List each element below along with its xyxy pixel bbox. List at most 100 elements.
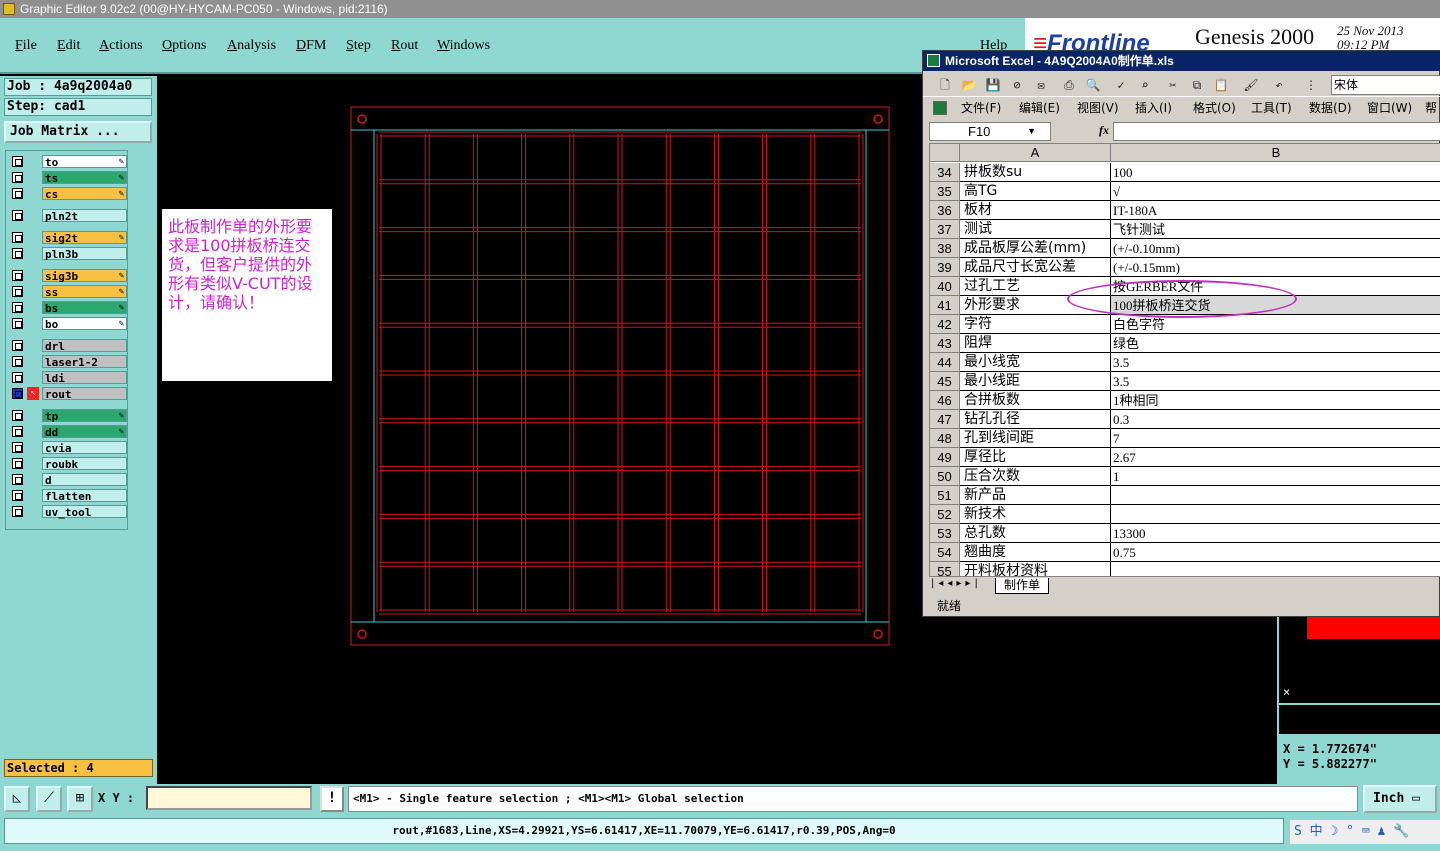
column-header-a[interactable]: A bbox=[960, 144, 1111, 162]
cut-icon[interactable]: ✂ bbox=[1165, 77, 1181, 93]
excel-menu-view[interactable]: 视图(V) bbox=[1077, 97, 1119, 119]
layer-row-roubk[interactable]: roubk bbox=[9, 457, 129, 471]
row-header[interactable]: 39 bbox=[930, 258, 960, 277]
tooling-hole[interactable] bbox=[357, 114, 367, 124]
layer-name[interactable]: ss ✎ bbox=[42, 285, 127, 299]
cell-a[interactable]: 合拼板数 bbox=[960, 391, 1111, 410]
layer-name[interactable]: dd ✎ bbox=[42, 425, 127, 439]
layer-row-flatten[interactable]: flatten bbox=[9, 489, 129, 503]
layer-name[interactable]: rout bbox=[42, 387, 127, 401]
layer-checkbox[interactable] bbox=[12, 458, 23, 469]
row-header[interactable]: 54 bbox=[930, 543, 960, 562]
email-icon[interactable]: ✉ bbox=[1033, 77, 1049, 93]
cell-b[interactable]: 1种相同 bbox=[1111, 391, 1440, 410]
layer-checkbox[interactable] bbox=[12, 248, 23, 259]
cell-b[interactable]: 3.5 bbox=[1111, 353, 1440, 372]
cell-a[interactable]: 新产品 bbox=[960, 486, 1111, 505]
excel-menu-edit[interactable]: 编辑(E) bbox=[1019, 97, 1060, 119]
xy-input[interactable] bbox=[146, 786, 312, 810]
layer-checkbox[interactable] bbox=[12, 302, 23, 313]
layer-name[interactable]: cvia bbox=[42, 441, 127, 455]
paste-icon[interactable]: 📋 bbox=[1213, 77, 1229, 93]
menu-analysis[interactable]: Analysis bbox=[227, 38, 276, 54]
excel-title-bar[interactable]: Microsoft Excel - 4A9Q2004A0制作单.xls bbox=[923, 51, 1440, 71]
menu-windows[interactable]: Windows bbox=[437, 38, 490, 54]
cell-b[interactable]: 100 bbox=[1111, 163, 1440, 182]
cell-b[interactable]: 3.5 bbox=[1111, 372, 1440, 391]
cell-a[interactable]: 成品尺寸长宽公差 bbox=[960, 258, 1111, 277]
spelling-icon[interactable]: ✓ bbox=[1113, 77, 1129, 93]
cell-a[interactable]: 最小线宽 bbox=[960, 353, 1111, 372]
layer-row-sig3b[interactable]: sig3b ✎ bbox=[9, 269, 129, 283]
layer-name[interactable]: flatten bbox=[42, 489, 127, 503]
layer-row-d[interactable]: d bbox=[9, 473, 129, 487]
sogou-icon[interactable]: S bbox=[1294, 824, 1302, 839]
name-box[interactable]: F10 ▼ bbox=[929, 122, 1051, 141]
layer-name[interactable]: d bbox=[42, 473, 127, 487]
cell-a[interactable]: 拼板数su bbox=[960, 163, 1111, 182]
cell-a[interactable]: 厚径比 bbox=[960, 448, 1111, 467]
menu-file[interactable]: File bbox=[15, 38, 37, 54]
excel-menu-file[interactable]: 文件(F) bbox=[961, 97, 1001, 119]
layer-checkbox[interactable] bbox=[12, 318, 23, 329]
save-icon[interactable]: 💾 bbox=[985, 77, 1001, 93]
menu-edit[interactable]: Edit bbox=[57, 38, 80, 54]
layer-name[interactable]: cs ✎ bbox=[42, 187, 127, 201]
cell-b[interactable]: 飞针测试 bbox=[1111, 220, 1440, 239]
layer-name[interactable]: tp ✎ bbox=[42, 409, 127, 423]
cell-a[interactable]: 翘曲度 bbox=[960, 543, 1111, 562]
cell-b[interactable]: √ bbox=[1111, 182, 1440, 201]
menu-actions[interactable]: Actions bbox=[99, 38, 143, 54]
cell-b[interactable]: 0.75 bbox=[1111, 543, 1440, 562]
layer-checkbox[interactable] bbox=[12, 474, 23, 485]
name-box-dropdown-icon[interactable]: ▼ bbox=[1027, 123, 1036, 140]
layer-row-ss[interactable]: ss ✎ bbox=[9, 285, 129, 299]
cell-b[interactable]: (+/-0.15mm) bbox=[1111, 258, 1440, 277]
row-header[interactable]: 50 bbox=[930, 467, 960, 486]
cell-a[interactable]: 总孔数 bbox=[960, 524, 1111, 543]
menu-options[interactable]: Options bbox=[162, 38, 206, 54]
cell-a[interactable]: 成品板厚公差(mm) bbox=[960, 239, 1111, 258]
ime-toolbar[interactable]: S 中 ☽ ° ⌨ ♟ 🔧 bbox=[1290, 820, 1440, 844]
copy-icon[interactable]: ⧉ bbox=[1189, 77, 1205, 93]
layer-name[interactable]: sig3b ✎ bbox=[42, 269, 127, 283]
cell-b[interactable] bbox=[1111, 505, 1440, 524]
row-header[interactable]: 53 bbox=[930, 524, 960, 543]
row-header[interactable]: 38 bbox=[930, 239, 960, 258]
cell-b[interactable] bbox=[1111, 486, 1440, 505]
ime-mode-icon[interactable]: 中 ☽ ° ⌨ ♟ 🔧 bbox=[1310, 824, 1410, 839]
alert-button[interactable]: ! bbox=[320, 786, 344, 812]
menu-step[interactable]: Step bbox=[346, 38, 371, 54]
row-header[interactable]: 40 bbox=[930, 277, 960, 296]
cell-b[interactable]: 0.3 bbox=[1111, 410, 1440, 429]
cell-b[interactable]: 2.67 bbox=[1111, 448, 1440, 467]
row-header[interactable]: 47 bbox=[930, 410, 960, 429]
menu-rout[interactable]: Rout bbox=[391, 38, 418, 54]
cell-b[interactable]: IT-180A bbox=[1111, 201, 1440, 220]
layer-row-dd[interactable]: dd ✎ bbox=[9, 425, 129, 439]
permission-icon[interactable]: ⊘ bbox=[1009, 77, 1025, 93]
row-header[interactable]: 43 bbox=[930, 334, 960, 353]
sheet-tab[interactable]: 制作单 bbox=[995, 578, 1050, 594]
layer-name[interactable]: sig2t ✎ bbox=[42, 231, 127, 245]
layer-checkbox[interactable] bbox=[12, 410, 23, 421]
row-header[interactable]: 44 bbox=[930, 353, 960, 372]
layer-row-sig2t[interactable]: sig2t ✎ bbox=[9, 231, 129, 245]
excel-menu-insert[interactable]: 插入(I) bbox=[1135, 97, 1172, 119]
cell-b[interactable] bbox=[1111, 562, 1440, 576]
layer-name[interactable]: laser1-2 bbox=[42, 355, 127, 369]
select-all-corner[interactable] bbox=[930, 144, 960, 162]
layer-row-bo[interactable]: bo ✎ bbox=[9, 317, 129, 331]
layer-row-ts[interactable]: ts ✎ bbox=[9, 171, 129, 185]
layer-checkbox[interactable] bbox=[12, 426, 23, 437]
row-header[interactable]: 41 bbox=[930, 296, 960, 315]
unit-dropdown-icon[interactable]: ▭ bbox=[1412, 791, 1420, 806]
layer-checkbox[interactable] bbox=[12, 372, 23, 383]
cell-a[interactable]: 最小线距 bbox=[960, 372, 1111, 391]
cell-b[interactable]: 7 bbox=[1111, 429, 1440, 448]
menu-dfm[interactable]: DFM bbox=[296, 38, 326, 54]
layer-checkbox[interactable] bbox=[12, 490, 23, 501]
excel-window[interactable]: Microsoft Excel - 4A9Q2004A0制作单.xls 🗋 📂 … bbox=[922, 50, 1440, 617]
cell-a[interactable]: 钻孔孔径 bbox=[960, 410, 1111, 429]
row-header[interactable]: 52 bbox=[930, 505, 960, 524]
